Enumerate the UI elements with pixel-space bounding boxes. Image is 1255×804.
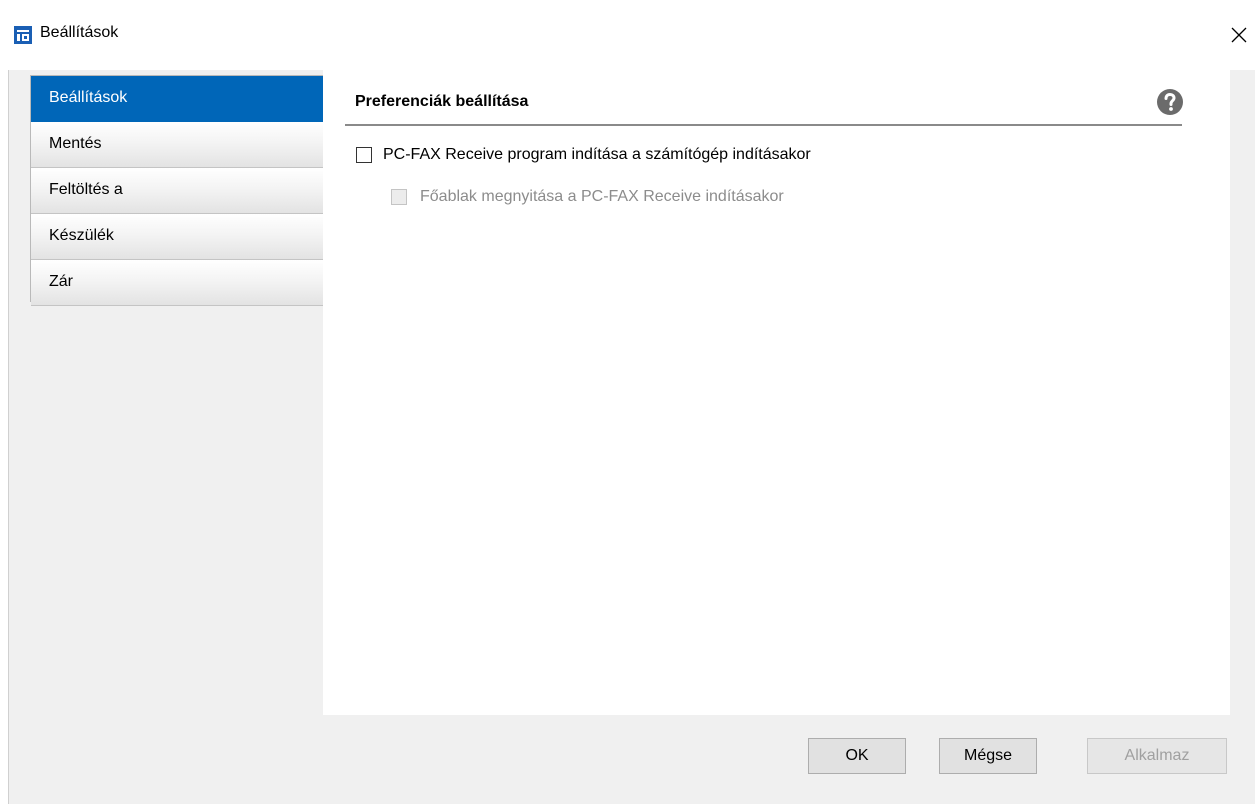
sidebar-item-upload[interactable]: Feltöltés a: [31, 168, 325, 214]
sidebar: Beállítások Mentés Feltöltés a Készülék …: [30, 75, 326, 306]
cancel-button[interactable]: Mégse: [939, 738, 1037, 774]
settings-panel: [323, 70, 1230, 715]
title-bar: Beállítások: [0, 0, 1255, 70]
autostart-checkbox[interactable]: [356, 147, 372, 163]
sidebar-item-settings[interactable]: Beállítások: [31, 76, 325, 122]
sidebar-item-lock[interactable]: Zár: [31, 260, 325, 306]
autostart-label[interactable]: PC-FAX Receive program indítása a számít…: [383, 146, 811, 164]
close-button[interactable]: [1222, 18, 1255, 52]
section-divider: [345, 124, 1182, 126]
sidebar-item-save[interactable]: Mentés: [31, 122, 325, 168]
sidebar-item-device[interactable]: Készülék: [31, 214, 325, 260]
apply-button[interactable]: Alkalmaz: [1087, 738, 1227, 774]
open-main-window-checkbox[interactable]: [391, 189, 407, 205]
window-title: Beállítások: [40, 24, 119, 41]
section-title: Preferenciák beállítása: [355, 93, 529, 110]
close-icon: [1231, 27, 1247, 43]
app-icon: [14, 26, 32, 44]
ok-button[interactable]: OK: [808, 738, 906, 774]
open-main-window-label: Főablak megnyitása a PC-FAX Receive indí…: [420, 188, 784, 205]
help-icon[interactable]: [1156, 88, 1184, 116]
